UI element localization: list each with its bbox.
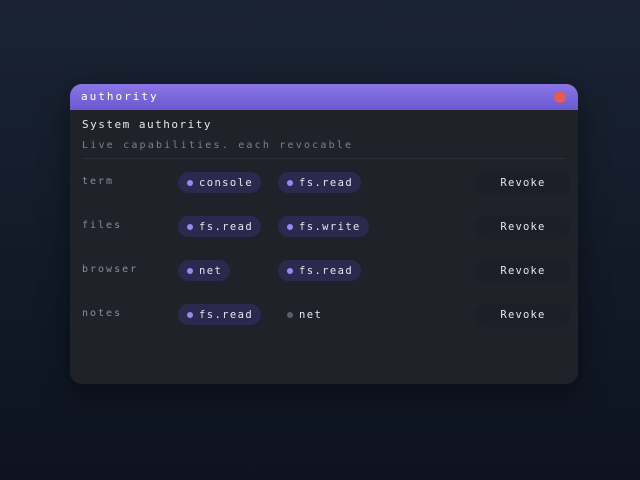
titlebar[interactable]: authority xyxy=(70,84,578,110)
capability-label: fs.read xyxy=(199,308,254,321)
capability-label: net xyxy=(299,308,323,321)
capability-row-notes: notes fs.read net Revoke xyxy=(82,303,571,327)
capability-label: fs.read xyxy=(299,176,354,189)
row-label: term xyxy=(82,176,115,187)
capability-chip: fs.read xyxy=(278,172,362,193)
revoke-button[interactable]: Revoke xyxy=(475,303,571,327)
revoke-button[interactable]: Revoke xyxy=(475,259,571,283)
dot-icon xyxy=(187,267,193,274)
authority-window: authority System authority Live capabili… xyxy=(70,84,578,384)
revoke-button[interactable]: Revoke xyxy=(475,171,571,195)
dot-icon xyxy=(287,179,293,186)
capability-label: fs.write xyxy=(299,220,361,233)
panel-heading: System authority xyxy=(82,118,212,131)
revoke-button[interactable]: Revoke xyxy=(475,215,571,239)
row-label: files xyxy=(82,220,123,231)
dot-icon xyxy=(287,223,293,230)
capability-label: fs.read xyxy=(199,220,254,233)
capability-chip: fs.read xyxy=(278,260,362,281)
capability-chip: fs.read xyxy=(178,304,262,325)
capability-label: console xyxy=(199,176,254,189)
capability-chip: console xyxy=(178,172,262,193)
row-label: browser xyxy=(82,264,139,275)
panel-subheading: Live capabilities. each revocable xyxy=(82,140,354,151)
capability-chip: net xyxy=(178,260,231,281)
dot-icon xyxy=(287,267,293,274)
row-label: notes xyxy=(82,308,123,319)
divider xyxy=(82,158,566,159)
dot-icon xyxy=(187,179,193,186)
capability-chip-inactive: net xyxy=(278,304,330,325)
capability-row-term: term console fs.read Revoke xyxy=(82,171,571,195)
dot-icon xyxy=(187,311,193,318)
capability-chip: fs.write xyxy=(278,216,369,237)
dot-icon xyxy=(287,311,293,318)
capability-label: net xyxy=(199,264,223,277)
capability-row-browser: browser net fs.read Revoke xyxy=(82,259,571,283)
capability-row-files: files fs.read fs.write Revoke xyxy=(82,215,571,239)
capability-chip: fs.read xyxy=(178,216,262,237)
window-title: authority xyxy=(81,90,159,103)
close-icon[interactable] xyxy=(554,91,566,103)
capability-label: fs.read xyxy=(299,264,354,277)
dot-icon xyxy=(187,223,193,230)
